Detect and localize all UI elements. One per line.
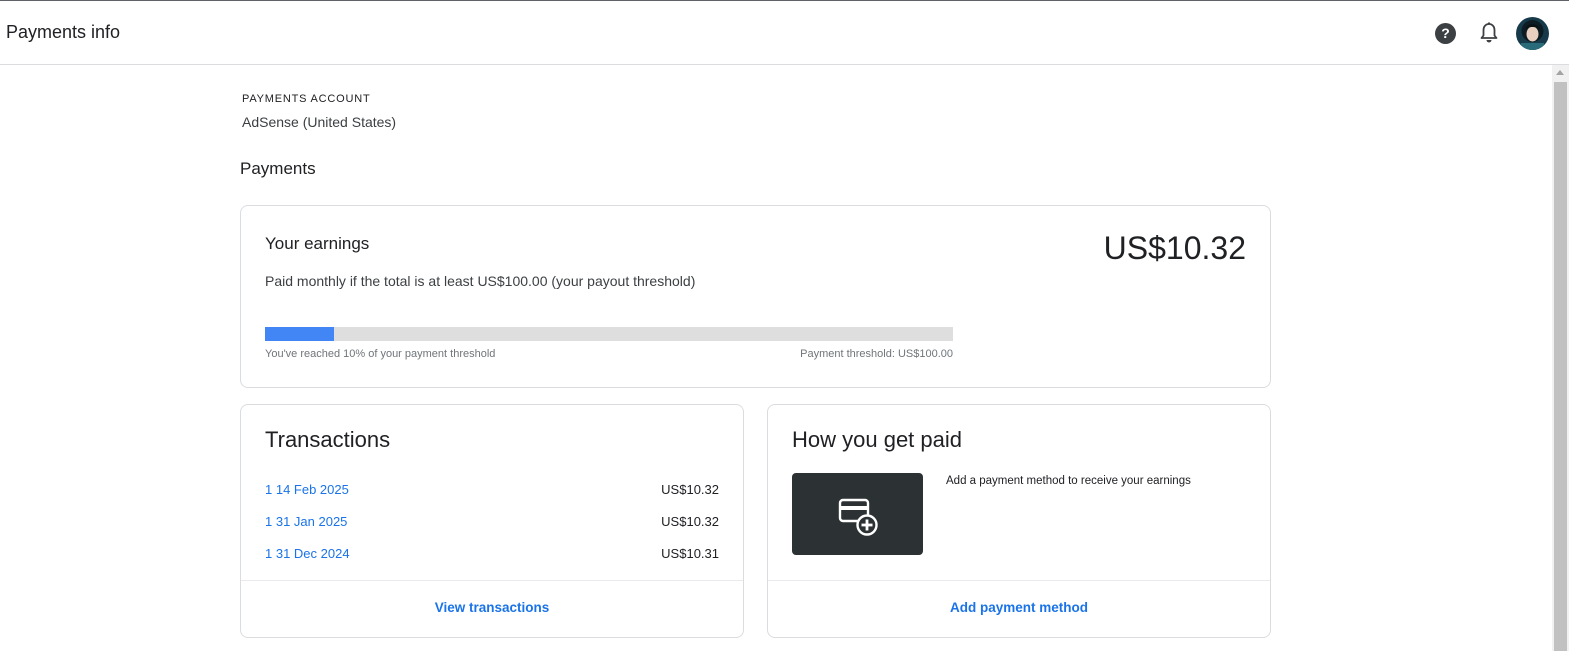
threshold-progress-fill	[265, 327, 334, 341]
top-app-bar: Payments info ?	[0, 0, 1569, 65]
how-you-get-paid-card: How you get paid Add a payment method to…	[767, 404, 1271, 638]
transaction-row: 1 31 Dec 2024 US$10.31	[265, 546, 719, 566]
payments-account-label: PAYMENTS ACCOUNT	[242, 93, 371, 105]
how-you-get-paid-title: How you get paid	[792, 427, 962, 452]
earnings-heading: Your earnings	[265, 234, 370, 253]
payment-method-description: Add a payment method to receive your ear…	[946, 475, 1191, 487]
earnings-amount: US$10.32	[1103, 230, 1246, 266]
transaction-date-link[interactable]: 1 14 Feb 2025	[265, 482, 349, 497]
earnings-card: Your earnings Paid monthly if the total …	[240, 205, 1271, 388]
view-transactions-button[interactable]: View transactions	[241, 600, 743, 615]
transaction-amount: US$10.31	[661, 546, 719, 561]
user-avatar[interactable]	[1516, 17, 1549, 50]
scrollbar-thumb[interactable]	[1554, 82, 1567, 651]
earnings-subtext: Paid monthly if the total is at least US…	[265, 273, 696, 289]
transaction-row: 1 31 Jan 2025 US$10.32	[265, 514, 719, 534]
bell-icon[interactable]	[1479, 22, 1499, 44]
transaction-row: 1 14 Feb 2025 US$10.32	[265, 482, 719, 502]
transaction-date-link[interactable]: 1 31 Dec 2024	[265, 546, 350, 561]
card-divider	[768, 580, 1270, 581]
threshold-progress-bar	[265, 327, 953, 341]
page-title: Payments info	[6, 22, 121, 42]
payments-account-value: AdSense (United States)	[242, 114, 397, 130]
add-payment-method-button[interactable]: Add payment method	[768, 600, 1270, 615]
add-card-icon	[838, 498, 878, 536]
card-divider	[241, 580, 743, 581]
page-scrollbar[interactable]	[1552, 65, 1569, 651]
payment-method-tile[interactable]	[792, 473, 923, 555]
transactions-card: Transactions 1 14 Feb 2025 US$10.32 1 31…	[240, 404, 744, 638]
transaction-amount: US$10.32	[661, 482, 719, 497]
scroll-up-arrow-icon[interactable]	[1556, 70, 1564, 75]
transaction-date-link[interactable]: 1 31 Jan 2025	[265, 514, 347, 529]
help-icon[interactable]: ?	[1435, 23, 1456, 44]
transaction-amount: US$10.32	[661, 514, 719, 529]
payment-threshold-label: Payment threshold: US$100.00	[800, 348, 953, 360]
transactions-title: Transactions	[265, 427, 391, 452]
payments-section-title: Payments	[240, 159, 316, 178]
